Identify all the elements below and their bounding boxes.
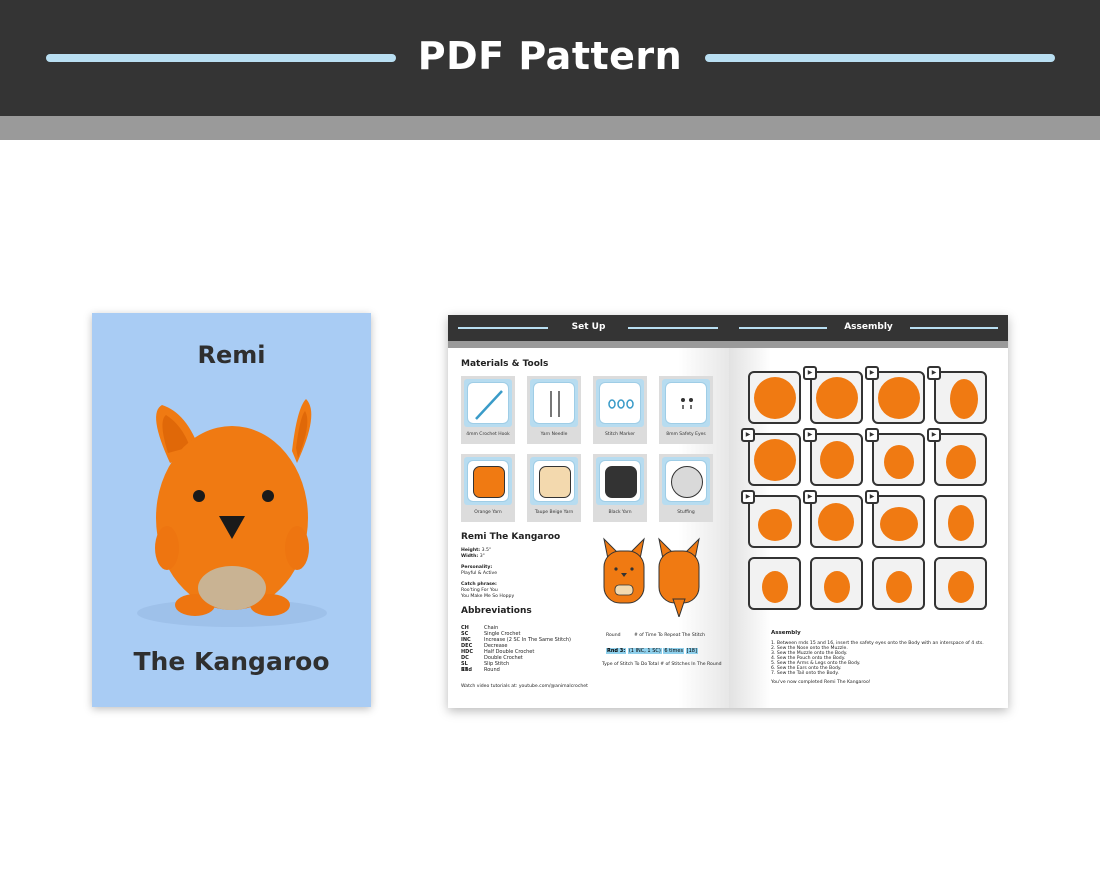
- setup-header-line-right: [628, 327, 718, 329]
- width-info: Width: 3": [461, 554, 485, 560]
- tool-beige-yarn: Taupe Beige Yarn: [527, 454, 581, 522]
- completion-text: You've now completed Remi The Kangaroo!: [771, 680, 871, 685]
- banner-stripe: [0, 116, 1100, 140]
- tool-orange-yarn: Orange Yarn: [461, 454, 515, 522]
- assembly-photo: [810, 371, 863, 424]
- tool-safety-eyes: 8mm Safety Eyes: [659, 376, 713, 444]
- tool-stitch-marker: Stitch Marker: [593, 376, 647, 444]
- yarn-swatch-black: [605, 466, 637, 498]
- tool-label: Yarn Needle: [540, 432, 568, 437]
- setup-header-stripe: [448, 341, 729, 348]
- cover-page: Remi The Kangaroo: [92, 313, 371, 707]
- tool-stuffing: Stuffing: [659, 454, 713, 522]
- assembly-photo: [872, 433, 925, 486]
- video-icon[interactable]: ▶: [865, 490, 879, 504]
- tool-label: 4mm Crochet Hook: [466, 432, 510, 437]
- assembly-photo: [748, 433, 801, 486]
- assembly-header: Assembly: [729, 315, 1008, 341]
- diagram-round-label: Round: [606, 633, 621, 638]
- diagram-rnd: Rnd 3:: [606, 648, 627, 654]
- setup-header: Set Up: [448, 315, 729, 341]
- assembly-steps-title: Assembly: [771, 630, 801, 636]
- kangaroo-front-illustration: [603, 537, 645, 604]
- tool-yarn-needle: Yarn Needle: [527, 376, 581, 444]
- video-icon[interactable]: ▶: [865, 428, 879, 442]
- kangaroo-back-illustration: [658, 537, 700, 617]
- assembly-photo: [810, 557, 863, 610]
- diagram-stitch: (1 INC, 1 SC): [627, 648, 662, 654]
- setup-page: Set Up Materials & Tools 4mm Crochet Hoo…: [448, 315, 729, 708]
- yarn-swatch-beige: [539, 466, 571, 498]
- assembly-photo: [872, 371, 925, 424]
- video-icon[interactable]: ▶: [803, 428, 817, 442]
- diagram-repeat-label: # of Time To Repeat The Stitch: [634, 633, 706, 638]
- catch-line2: You Make Me So Hoppy: [461, 594, 515, 599]
- width-value: 3": [479, 554, 485, 559]
- banner-line-left: [46, 54, 396, 62]
- yarn-swatch-orange: [473, 466, 505, 498]
- banner-title: PDF Pattern: [417, 34, 683, 78]
- banner-line-right: [705, 54, 1055, 62]
- assembly-photo: [748, 557, 801, 610]
- diagram-times: 6 times: [663, 648, 685, 654]
- tool-label: 8mm Safety Eyes: [666, 432, 706, 437]
- assembly-photo: [748, 371, 801, 424]
- safety-eyes-icon: [681, 398, 693, 409]
- diagram-total: [18]: [685, 648, 698, 654]
- tool-label: Black Yarn: [608, 510, 632, 515]
- pattern-booklet: Set Up Materials & Tools 4mm Crochet Hoo…: [448, 315, 1008, 708]
- video-icon[interactable]: ▶: [803, 366, 817, 380]
- stuffing-swatch: [671, 466, 703, 498]
- cover-title-line1: Remi: [197, 341, 266, 369]
- video-icon[interactable]: ▶: [865, 366, 879, 380]
- crochet-hook-icon: [475, 390, 503, 420]
- assembly-photo: [872, 557, 925, 610]
- assembly-photo: [810, 495, 863, 548]
- video-icon[interactable]: ▶: [741, 490, 755, 504]
- video-icon[interactable]: ▶: [927, 428, 941, 442]
- assembly-photo: [872, 495, 925, 548]
- tool-black-yarn: Black Yarn: [593, 454, 647, 522]
- materials-title: Materials & Tools: [461, 359, 549, 369]
- character-title: Remi The Kangaroo: [461, 532, 561, 542]
- abbreviations-title: Abbreviations: [461, 606, 532, 616]
- tool-label: Taupe Beige Yarn: [534, 510, 574, 515]
- diagram-total-label: Total # of Stitches In The Round: [648, 662, 722, 667]
- video-icon[interactable]: ▶: [803, 490, 817, 504]
- assembly-step: 7. Sew the Tail onto the Body.: [771, 671, 839, 676]
- assembly-photo: [748, 495, 801, 548]
- assembly-header-stripe: [729, 341, 1008, 348]
- assembly-photo: [934, 433, 987, 486]
- assembly-photo: [934, 371, 987, 424]
- assembly-photo: [810, 433, 863, 486]
- assembly-photo: [934, 495, 987, 548]
- tutorial-link-text: Watch video tutorials at: youtube.com/@a…: [461, 684, 588, 689]
- tool-crochet-hook: 4mm Crochet Hook: [461, 376, 515, 444]
- diagram-type-label: Type of Stitch To Do: [602, 662, 648, 667]
- yarn-needle-icon: [550, 391, 560, 417]
- assembly-photo: [934, 557, 987, 610]
- personality-value: Playful & Active: [461, 571, 498, 576]
- tool-label: Stuffing: [677, 510, 695, 515]
- tool-label: Stitch Marker: [605, 432, 635, 437]
- cover-title-line2: The Kangaroo: [133, 647, 330, 676]
- assembly-header-line-right: [910, 327, 998, 329]
- header-banner: PDF Pattern: [0, 0, 1100, 116]
- stitch-marker-icon: [608, 399, 634, 409]
- assembly-page: Assembly ▶ ▶ ▶ ▶ ▶ ▶ ▶ ▶ ▶ ▶ Assembly 1.…: [729, 315, 1008, 708]
- tool-label: Orange Yarn: [474, 510, 502, 515]
- video-icon[interactable]: ▶: [927, 366, 941, 380]
- height-label: Height:: [461, 548, 481, 553]
- diagram-rnd-row: Rnd 3: (1 INC, 1 SC) 6 times [18]: [606, 648, 698, 654]
- video-icon[interactable]: ▶: [741, 428, 755, 442]
- width-label: Width:: [461, 554, 479, 559]
- height-value: 3.5": [481, 548, 492, 553]
